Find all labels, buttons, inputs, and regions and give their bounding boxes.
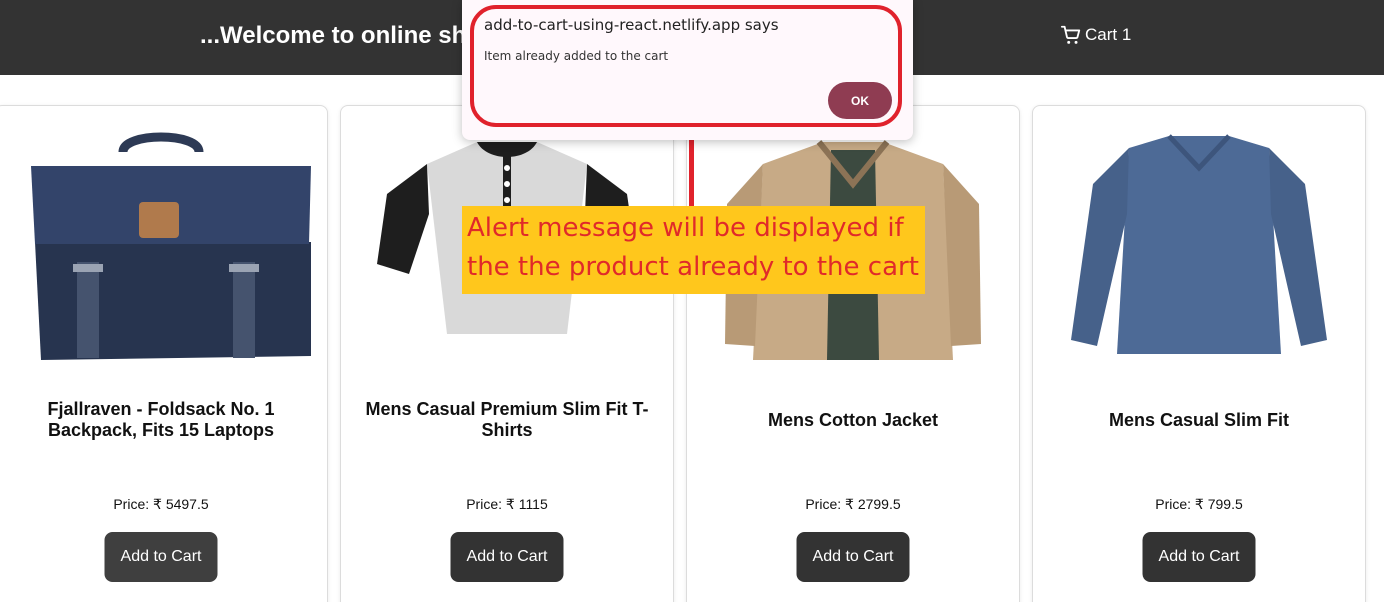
product-name: Mens Casual Premium Slim Fit T-Shirts xyxy=(365,399,649,440)
add-to-cart-button[interactable]: Add to Cart xyxy=(450,532,564,582)
product-card: Mens Casual Slim Fit Price: ₹ 799.5 Add … xyxy=(1032,105,1366,602)
product-price: Price: ₹ 2799.5 xyxy=(805,496,901,512)
product-name: Fjallraven - Foldsack No. 1 Backpack, Fi… xyxy=(47,399,275,440)
add-to-cart-button[interactable]: Add to Cart xyxy=(104,532,218,582)
product-card: Mens Casual Premium Slim Fit T-Shirts Pr… xyxy=(340,105,674,602)
alert-ok-button[interactable]: OK xyxy=(828,82,892,119)
annotation-callout: Alert message will be displayed if the t… xyxy=(462,206,925,294)
product-card: Fjallraven - Foldsack No. 1 Backpack, Fi… xyxy=(0,105,328,602)
product-price: Price: ₹ 1115 xyxy=(466,496,548,512)
page: ...Welcome to online shop Cart 1 Fjallra… xyxy=(0,0,1384,602)
product-image-longsleeve xyxy=(1033,116,1365,371)
add-to-cart-button[interactable]: Add to Cart xyxy=(1142,532,1256,582)
add-to-cart-button[interactable]: Add to Cart xyxy=(796,532,910,582)
product-price: Price: ₹ 799.5 xyxy=(1155,496,1243,512)
alert-message: Item already added to the cart xyxy=(484,49,669,63)
product-card: Mens Cotton Jacket Price: ₹ 2799.5 Add t… xyxy=(686,105,1020,602)
alert-title: add-to-cart-using-react.netlify.app says xyxy=(484,16,779,34)
product-image-backpack xyxy=(0,116,327,371)
product-price: Price: ₹ 5497.5 xyxy=(113,496,209,512)
product-name: Mens Cotton Jacket xyxy=(767,409,939,430)
product-name: Mens Casual Slim Fit xyxy=(1108,409,1290,430)
